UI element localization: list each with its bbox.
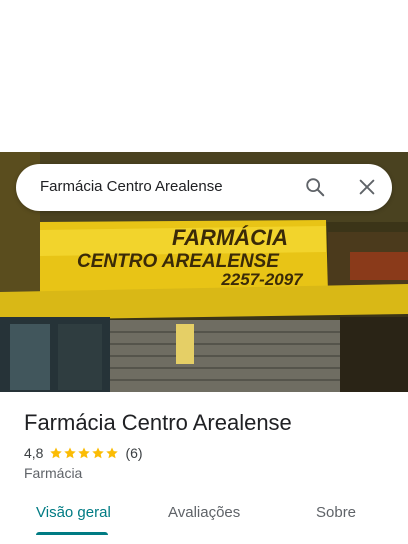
search-bar[interactable]: Farmácia Centro Arealense (16, 164, 392, 211)
place-title: Farmácia Centro Arealense (24, 410, 292, 435)
tab-overview[interactable]: Visão geral (36, 504, 111, 521)
star-rating (49, 446, 119, 460)
star-icon (64, 447, 77, 459)
star-icon (92, 447, 105, 459)
close-icon[interactable] (356, 176, 378, 198)
rating-row[interactable]: 4,8 (6) (24, 444, 143, 462)
star-icon (78, 447, 91, 459)
tab-about[interactable]: Sobre (316, 504, 356, 521)
sign-text-phone: 2257-2097 (220, 270, 304, 289)
rating-value: 4,8 (24, 445, 44, 461)
review-count[interactable]: (6) (125, 445, 142, 461)
sign-text-line1: FARMÁCIA (172, 225, 288, 250)
tab-bar: Visão geral Avaliações Sobre (0, 492, 408, 544)
search-icon[interactable] (304, 176, 326, 198)
star-icon (106, 447, 119, 459)
search-input[interactable]: Farmácia Centro Arealense (40, 178, 223, 195)
tab-reviews[interactable]: Avaliações (168, 504, 240, 521)
place-category[interactable]: Farmácia (24, 465, 82, 481)
star-icon (50, 447, 63, 459)
active-tab-indicator (36, 532, 108, 535)
sign-text-line2: CENTRO AREALENSE (77, 251, 280, 272)
